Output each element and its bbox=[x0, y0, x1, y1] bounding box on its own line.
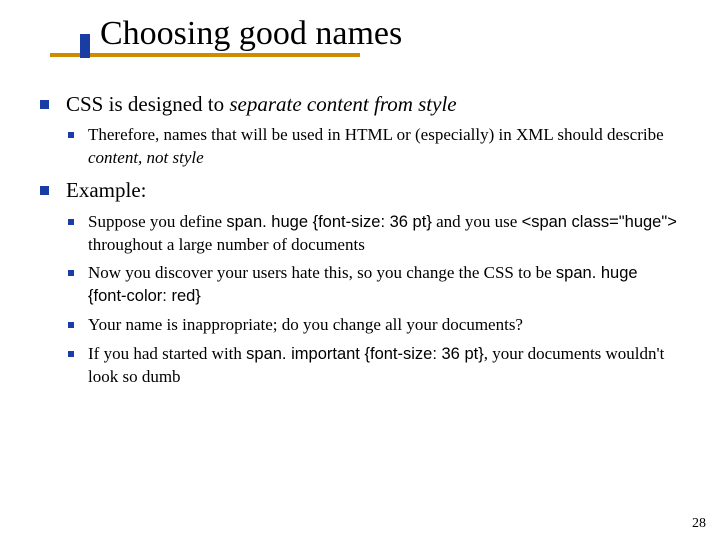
bullet-level1: Example: bbox=[40, 176, 680, 204]
title-accent-bar bbox=[80, 34, 90, 58]
body-text: Therefore, names that will be used in HT… bbox=[88, 125, 664, 144]
body-text: Your name is inappropriate; do you chang… bbox=[88, 315, 523, 334]
code-text: span. huge {font-size: 36 pt} bbox=[226, 213, 432, 231]
slide: Choosing good names CSS is designed to s… bbox=[0, 0, 720, 540]
body-text: Now you discover your users hate this, s… bbox=[88, 263, 556, 282]
bullet-level2: Now you discover your users hate this, s… bbox=[40, 262, 680, 308]
slide-title: Choosing good names bbox=[50, 10, 402, 55]
slide-body: CSS is designed to separate content from… bbox=[40, 84, 680, 395]
bullet-level2: Therefore, names that will be used in HT… bbox=[40, 124, 680, 170]
slide-title-block: Choosing good names bbox=[50, 10, 402, 57]
body-text: and you use bbox=[432, 212, 522, 231]
body-text-italic: content, not style bbox=[88, 148, 204, 167]
bullet-level2: If you had started with span. important … bbox=[40, 343, 680, 389]
body-text: throughout a large number of documents bbox=[88, 235, 365, 254]
title-underline bbox=[50, 53, 360, 57]
bullet-level1: CSS is designed to separate content from… bbox=[40, 90, 680, 118]
page-number: 28 bbox=[692, 516, 706, 532]
body-text-italic: separate content from style bbox=[229, 92, 456, 116]
code-text: span. important {font-size: 36 pt} bbox=[246, 345, 484, 363]
bullet-level2: Your name is inappropriate; do you chang… bbox=[40, 314, 680, 337]
body-text: If you had started with bbox=[88, 344, 246, 363]
bullet-level2: Suppose you define span. huge {font-size… bbox=[40, 211, 680, 257]
body-text: CSS is designed to bbox=[66, 92, 229, 116]
body-text: Example: bbox=[66, 178, 146, 202]
code-text: <span class="huge"> bbox=[522, 213, 677, 231]
body-text: Suppose you define bbox=[88, 212, 226, 231]
